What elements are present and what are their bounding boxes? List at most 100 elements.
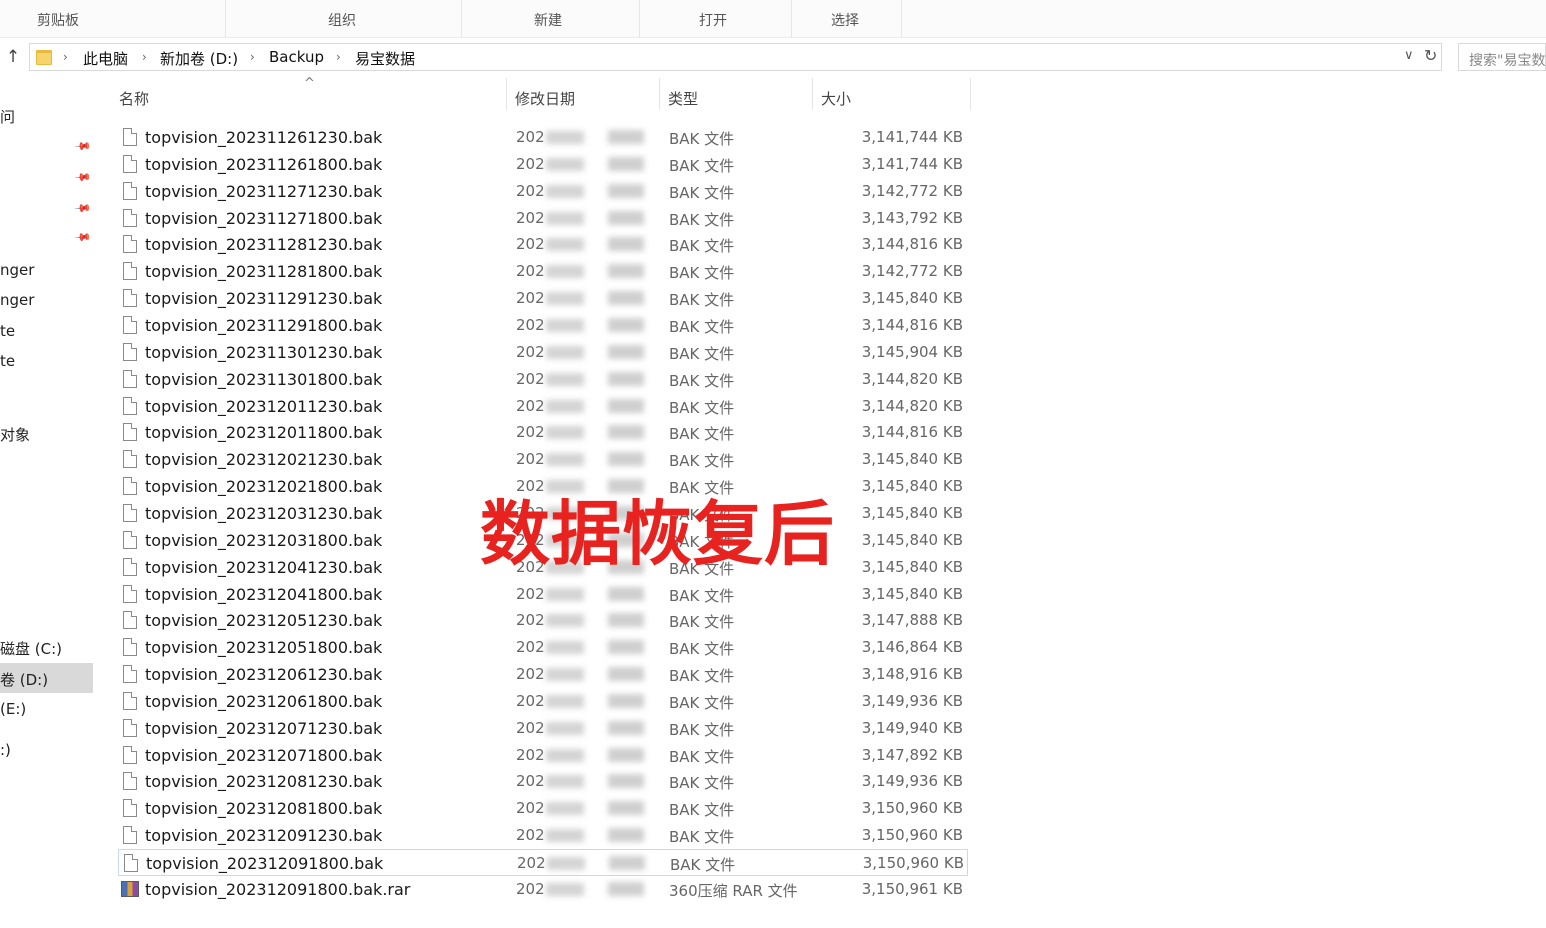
file-type: BAK 文件 [669,291,735,310]
ribbon-group-clipboard[interactable]: 剪贴板 [0,0,226,38]
file-type: BAK 文件 [669,318,735,336]
file-row[interactable]: topvision_202312071800.bak 202 BAK 文件 3,147… [118,742,968,769]
file-name: topvision_202312091230.bak [145,826,383,846]
file-row[interactable]: topvision_202311271230.bak 202 BAK 文件 3,142… [118,178,968,205]
date-redaction [546,748,584,762]
pin-icon[interactable]: 📌 [73,168,92,187]
file-row[interactable]: topvision_202312051230.bak 202 BAK 文件 3,147… [118,607,968,634]
date-redaction [546,587,584,601]
file-row[interactable]: topvision_202312061230.bak 202 BAK 文件 3,148… [118,661,968,688]
file-type: BAK 文件 [669,210,735,229]
address-bar[interactable]: › 此电脑 › 新加卷 (D:) › Backup › 易宝数据 ∨ ↻ [29,43,1442,71]
breadcrumb-drive-d[interactable]: 新加卷 (D:) [160,48,238,69]
column-divider[interactable] [970,78,971,110]
nav-item-quick-access[interactable]: 问 [0,106,15,127]
file-name: topvision_202312061800.bak [145,691,383,711]
date-redaction [546,453,584,467]
file-row[interactable]: topvision_202311261800.bak 202 BAK 文件 3,141… [118,151,968,178]
file-icon [123,450,137,469]
column-header-type[interactable]: 类型 [668,88,698,109]
file-name: topvision_202312051230.bak [145,611,383,631]
file-row[interactable]: topvision_202312081230.bak 202 BAK 文件 3,149… [118,768,968,795]
file-row[interactable]: topvision_202311261230.bak 202 BAK 文件 3,141… [118,124,968,151]
chevron-down-icon[interactable]: ∨ [1404,48,1414,63]
file-date: 202 [516,665,545,683]
nav-item-drive-c[interactable]: 磁盘 (C:) [0,638,62,659]
file-size: 3,147,892 KB [861,745,963,764]
file-icon [123,691,137,710]
column-header-date[interactable]: 修改日期 [515,88,575,109]
file-row[interactable]: topvision_202311301230.bak 202 BAK 文件 3,145… [118,339,968,366]
date-redaction [608,452,644,467]
ribbon-group-select[interactable]: 选择 [792,0,902,38]
nav-item-folder[interactable]: nger [0,261,34,279]
breadcrumb-separator[interactable]: › [142,50,147,64]
file-row[interactable]: topvision_202312071230.bak 202 BAK 文件 3,149… [118,715,968,742]
file-row[interactable]: topvision_202311281230.bak 202 BAK 文件 3,144… [118,231,968,258]
file-size: 3,141,744 KB [861,128,963,146]
file-name: topvision_202312071230.bak [145,718,383,738]
column-header-name[interactable]: 名称 [119,88,149,109]
up-arrow-icon[interactable]: ↑ [2,46,24,68]
file-row[interactable]: topvision_202312061800.bak 202 BAK 文件 3,149… [118,688,968,715]
nav-item-drive-d[interactable]: 卷 (D:) [0,669,48,690]
breadcrumb-this-pc[interactable]: 此电脑 [83,48,128,69]
ribbon-group-new[interactable]: 新建 [462,0,640,38]
file-row[interactable]: topvision_202312091800.bak 202 BAK 文件 3,150… [118,849,968,876]
nav-item-drive-e[interactable]: (E:) [0,700,26,718]
nav-item-folder[interactable]: te [0,352,15,370]
file-row[interactable]: topvision_202312041800.bak 202 BAK 文件 3,145… [118,581,968,608]
pin-icon[interactable]: 📌 [73,137,92,156]
file-row[interactable]: topvision_202312091800.bak.rar 202 360压缩 R… [118,876,968,903]
file-size: 3,144,816 KB [861,235,963,254]
breadcrumb-separator[interactable]: › [63,50,68,64]
nav-item-folder[interactable]: nger [0,291,34,309]
file-type: BAK 文件 [669,693,735,712]
file-row[interactable]: topvision_202311291800.bak 202 BAK 文件 3,144… [118,312,968,339]
file-row[interactable]: topvision_202311271800.bak 202 BAK 文件 3,143… [118,205,968,232]
column-divider[interactable] [659,78,660,110]
date-redaction [609,856,645,870]
file-row[interactable]: topvision_202312081800.bak 202 BAK 文件 3,150… [118,795,968,822]
ribbon-group-open[interactable]: 打开 [640,0,792,38]
ribbon-group-organize[interactable]: 组织 [226,0,462,38]
file-row[interactable]: topvision_202312011230.bak 202 BAK 文件 3,144… [118,393,968,420]
file-name: topvision_202312091800.bak.rar [145,879,411,899]
file-row[interactable]: topvision_202312051800.bak 202 BAK 文件 3,146… [118,634,968,661]
nav-item-drive[interactable]: :) [0,741,11,759]
date-redaction [546,211,584,225]
file-icon [123,423,137,442]
date-redaction [546,614,584,628]
column-divider[interactable] [506,78,507,110]
file-row[interactable]: topvision_202312021230.bak 202 BAK 文件 3,145… [118,446,968,473]
breadcrumb-current-folder[interactable]: 易宝数据 [355,48,415,69]
column-header-size[interactable]: 大小 [821,88,851,109]
date-redaction [608,881,644,896]
file-size: 3,145,904 KB [861,342,963,361]
nav-item-3d-objects[interactable]: 对象 [0,424,30,445]
file-row[interactable]: topvision_202311281800.bak 202 BAK 文件 3,142… [118,258,968,285]
file-row[interactable]: topvision_202311291230.bak 202 BAK 文件 3,145… [118,285,968,312]
date-redaction [547,857,585,870]
file-date: 202 [516,879,545,898]
column-divider[interactable] [812,78,813,110]
file-name: topvision_202311291800.bak [145,316,383,335]
date-redaction [608,371,644,386]
file-name: topvision_202311301800.bak [145,369,383,389]
file-row[interactable]: topvision_202312091230.bak 202 BAK 文件 3,150… [118,822,968,849]
pin-icon[interactable]: 📌 [73,228,92,247]
pin-icon[interactable]: 📌 [73,199,92,218]
breadcrumb-separator[interactable]: › [336,50,341,64]
breadcrumb-backup[interactable]: Backup [269,48,324,66]
file-date: 202 [516,584,545,603]
breadcrumb-separator[interactable]: › [250,50,255,64]
nav-item-folder[interactable]: te [0,322,15,340]
file-row[interactable]: topvision_202312011800.bak 202 BAK 文件 3,144… [118,419,968,446]
file-row[interactable]: topvision_202311301800.bak 202 BAK 文件 3,144… [118,366,968,393]
refresh-icon[interactable]: ↻ [1424,46,1437,65]
file-size: 3,146,864 KB [861,638,963,657]
search-input[interactable]: 搜索"易宝数 [1458,43,1546,71]
date-redaction [608,264,644,279]
date-redaction [608,720,644,735]
date-redaction [546,184,584,198]
